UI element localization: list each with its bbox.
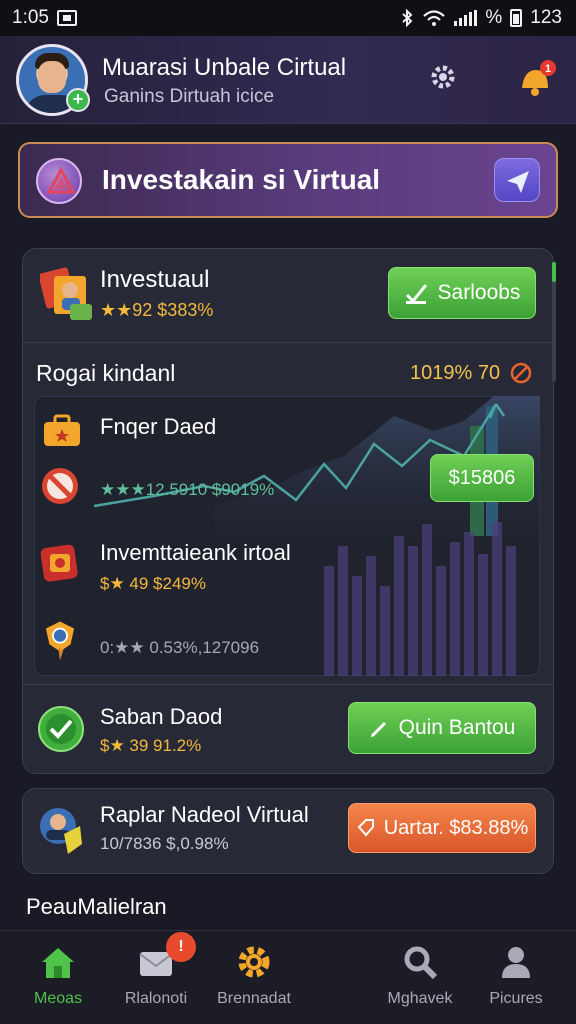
signal-icon [454,10,478,26]
battery-icon [510,9,523,27]
nav-settings[interactable]: Brennadat [204,942,304,1018]
cancel-icon[interactable] [510,362,532,384]
card-divider [22,342,554,343]
join-button[interactable]: Quin Bantou [348,702,536,754]
check-brush-icon [405,284,427,304]
investment-title: Investuaul [100,266,210,293]
row-title: Invemttaieank irtoal [100,540,291,565]
notification-icon [56,10,77,26]
send-button[interactable] [494,158,540,202]
nav-profile[interactable]: Picures [466,942,566,1018]
row-stat: ★★★12.5910 $9019% [100,480,275,499]
pencil-icon [370,721,386,737]
header-subtitle: Ganins Dirtuah icice [104,86,275,107]
row-title: Fnqer Daed [100,414,217,439]
gift-box-icon [40,544,78,582]
section-title: Rogai kindanl [36,360,176,386]
section-stat: 1019% 70 [410,362,501,384]
magnifier-badge-icon [45,621,75,661]
notification-bell-icon[interactable]: 1 [514,58,558,102]
tag-icon [357,819,374,837]
investor-cards-icon [40,267,92,320]
brand-logo-icon [36,158,82,204]
scrollbar-thumb[interactable] [552,262,556,282]
user-icon [502,947,530,978]
nav-home[interactable]: Meoas [8,942,108,1018]
start-button[interactable]: Uartar. $83.88% [348,803,536,853]
header-title: Muarasi Unbale Cirtual [102,54,347,81]
search-icon [404,946,438,980]
nav-label: Rlalonoti [124,990,188,1007]
price-button[interactable]: $15806 [430,454,534,502]
start-button-label: Uartar. $83.88% [383,816,529,839]
card2-title: Raplar Nadeol Virtual [100,802,309,827]
send-icon [507,171,529,193]
status-bar: 1:05 % 123 [0,0,576,36]
settings-gear-icon[interactable] [424,58,462,96]
checkmark-icon [38,706,84,752]
nav-label: Picures [489,990,543,1007]
banner-title: Investakain si Virtual [102,164,381,195]
card2-stat: 10/7836 $,0.98% [100,834,229,853]
row-title: Saban Daod [100,704,223,729]
search-button[interactable]: Sarloobs [388,267,536,319]
investment-rating: ★★92 $383% [100,300,214,320]
search-button-label: Sarloobs [437,281,521,304]
svg-text:1: 1 [545,63,551,75]
nav-badge: ! [166,932,196,962]
wifi-icon [423,10,446,26]
home-icon [42,948,74,978]
percent-icon: % [485,7,503,28]
row-stat: $★ 49 $249% [100,574,206,593]
row-stat: 0:★★ 0.53%,127096 [100,638,260,657]
nav-search[interactable]: Mghavek [370,942,470,1018]
nav-label: Meoas [33,990,83,1007]
nav-label: Mghavek [387,990,453,1007]
avatar-coin-icon [40,808,82,854]
footer-label: PeauMalielran [26,894,167,919]
row-stat: $★ 39 91.2% [100,736,202,755]
card-divider [22,684,554,685]
nav-label: Brennadat [217,990,291,1007]
gear-icon [238,946,270,978]
invest-banner[interactable]: Investakain si Virtual [18,142,558,218]
briefcase-icon [44,414,80,446]
status-right: % 123 [400,7,562,29]
bluetooth-icon [402,9,413,27]
status-left: 1:05 [12,7,77,29]
no-sign-icon [42,468,78,504]
app-header: + Muarasi Unbale Cirtual Ganins Dirtuah … [0,36,576,124]
add-badge-icon[interactable]: + [66,88,90,112]
join-button-label: Quin Bantou [398,716,516,739]
battery-text: 123 [530,7,562,28]
status-time: 1:05 [12,7,49,28]
